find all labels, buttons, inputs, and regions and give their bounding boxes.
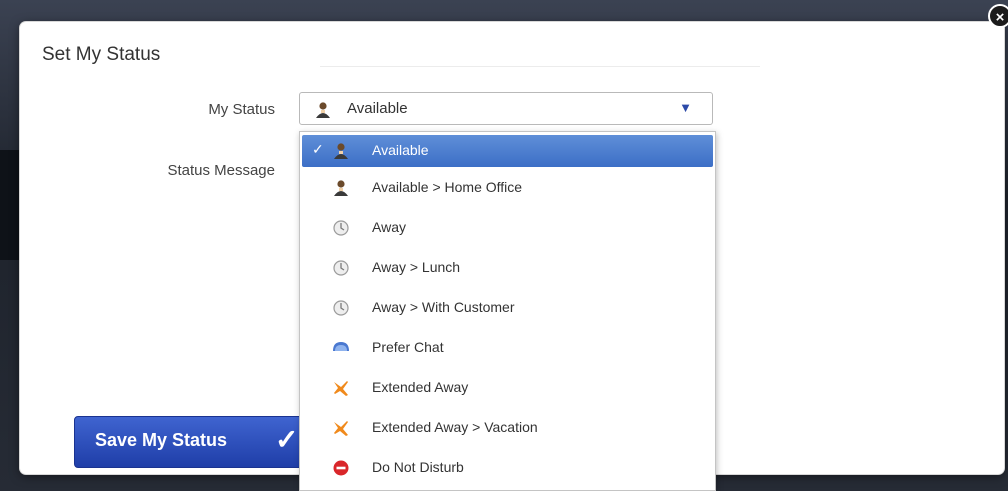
chat-bubble-icon <box>332 339 350 357</box>
person-icon <box>332 142 350 160</box>
status-option[interactable]: Prefer Chat <box>300 330 715 366</box>
background-edge <box>0 150 20 260</box>
status-option-label: Do Not Disturb <box>372 459 464 475</box>
status-option-label: Available <box>372 142 429 158</box>
person-icon <box>314 101 332 119</box>
airplane-icon <box>332 379 350 397</box>
status-option[interactable]: Extended Away <box>300 370 715 406</box>
status-option[interactable]: Away <box>300 210 715 246</box>
triangle-down-icon[interactable]: ▼ <box>679 100 692 115</box>
airplane-icon <box>332 419 350 437</box>
title-divider <box>320 66 760 67</box>
status-option-label: Available > Home Office <box>372 179 523 195</box>
clock-icon <box>332 259 350 277</box>
status-option-label: Prefer Chat <box>372 339 444 355</box>
status-option-label: Away > Lunch <box>372 259 461 275</box>
my-status-select[interactable]: Available ▼ <box>299 92 713 125</box>
status-option-label: Away > With Customer <box>372 299 515 315</box>
selected-status-value: Available <box>347 100 408 117</box>
close-icon[interactable]: × <box>988 4 1008 28</box>
save-my-status-button[interactable]: Save My Status ✓ <box>74 416 316 468</box>
status-option[interactable]: Away > With Customer <box>300 290 715 326</box>
status-message-label: Status Message <box>167 162 275 179</box>
status-option[interactable]: ✓ Available <box>302 135 713 167</box>
status-option[interactable]: Do Not Disturb <box>300 450 715 486</box>
checkmark-icon: ✓ <box>275 424 299 455</box>
status-option-label: Away <box>372 219 406 235</box>
status-option[interactable]: Extended Away > Vacation <box>300 410 715 446</box>
clock-icon <box>332 219 350 237</box>
do-not-disturb-icon <box>332 459 350 477</box>
status-dropdown-list: ✓ Available Available > Home Office Away… <box>299 131 716 491</box>
save-button-label: Save My Status <box>95 430 228 450</box>
my-status-label: My Status <box>208 101 275 118</box>
status-option[interactable]: Available > Home Office <box>300 170 715 206</box>
status-option[interactable]: Away > Lunch <box>300 250 715 286</box>
checkmark-icon: ✓ <box>312 141 324 157</box>
person-icon <box>332 179 350 197</box>
clock-icon <box>332 299 350 317</box>
status-option-label: Extended Away <box>372 379 469 395</box>
status-option-label: Extended Away > Vacation <box>372 419 538 435</box>
dialog-title: Set My Status <box>42 44 161 65</box>
